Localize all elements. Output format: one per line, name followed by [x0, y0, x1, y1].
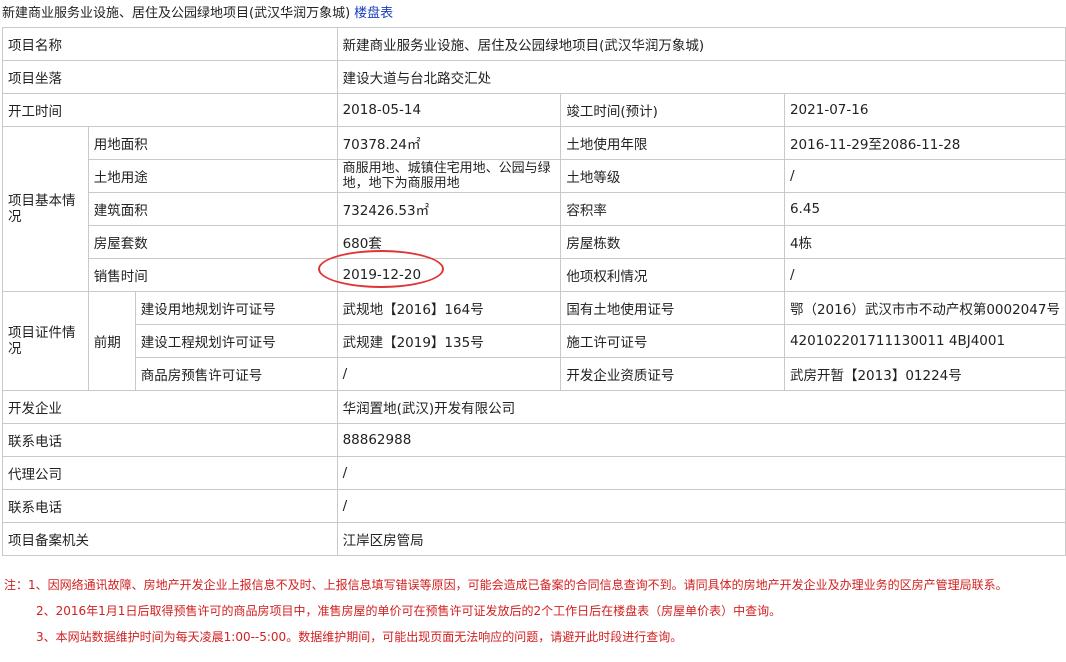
cell-label-basic-info: 项目基本情况 — [2, 126, 89, 292]
cell-agent: / — [336, 456, 1066, 490]
cell-label-other-rights: 他项权利情况 — [560, 258, 785, 292]
cell-label-agent: 代理公司 — [2, 456, 338, 490]
cell-label-sale-time: 销售时间 — [87, 258, 338, 292]
table-row: 建筑面积 732426.53㎡ 容积率 6.45 — [3, 192, 1066, 226]
table-row: 联系电话 / — [2, 489, 1066, 523]
page-title: 新建商业服务业设施、居住及公园绿地项目(武汉华润万象城) 楼盘表 — [2, 2, 393, 21]
cell-location: 建设大道与台北路交汇处 — [336, 60, 1066, 94]
cell-label-units: 房屋套数 — [87, 225, 338, 259]
note-item: 2、2016年1月1日后取得预售许可的商品房项目中，准售房屋的单价可在预售许可证… — [36, 604, 782, 618]
table-row: 项目备案机关 江岸区房管局 — [2, 522, 1066, 556]
cell-label-project-name: 项目名称 — [2, 27, 338, 61]
project-title-text: 新建商业服务业设施、居住及公园绿地项目(武汉华润万象城) — [2, 6, 351, 21]
cell-label-filing: 项目备案机关 — [2, 522, 338, 556]
table-row: 项目证件情况 前期 建设用地规划许可证号 武规地【2016】164号 国有土地使… — [2, 291, 1066, 391]
cell-label-certificates: 项目证件情况 — [2, 291, 89, 391]
cell-label-phone2: 联系电话 — [2, 489, 338, 523]
cell-label-construct: 施工许可证号 — [560, 324, 785, 358]
cell-presale: / — [336, 357, 562, 391]
note-item: 3、本网站数据维护时间为每天凌晨1:00--5:00。数据维护期间，可能出现页面… — [36, 630, 683, 644]
cell-start: 2018-05-14 — [336, 93, 562, 127]
building-table-link[interactable]: 楼盘表 — [354, 6, 393, 21]
cell-qual: 武房开暂【2013】01224号 — [783, 357, 1066, 391]
cell-build-area: 732426.53㎡ — [336, 192, 562, 226]
table-row: 项目基本情况 用地面积 70378.24㎡ 土地使用年限 2016-11-29至… — [2, 126, 1066, 292]
cell-buildings: 4栋 — [783, 225, 1066, 259]
cell-label-far: 容积率 — [560, 192, 785, 226]
cell-land-grade: / — [783, 159, 1066, 193]
cell-far: 6.45 — [783, 192, 1066, 226]
table-row: 开发企业 华润置地(武汉)开发有限公司 — [2, 390, 1066, 424]
table-row: 代理公司 / — [2, 456, 1066, 490]
cell-label-presale: 商品房预售许可证号 — [134, 357, 338, 391]
note-item: 注：1、因网络通讯故障、房地产开发企业上报信息不及时、上报信息填写错误等原因，可… — [4, 578, 1008, 592]
cell-label-land-term: 土地使用年限 — [560, 126, 785, 160]
table-row: 建设工程规划许可证号 武规建【2019】135号 施工许可证号 42010220… — [3, 324, 1066, 358]
cell-developer: 华润置地(武汉)开发有限公司 — [336, 390, 1066, 424]
cell-finish: 2021-07-16 — [783, 93, 1066, 127]
cell-label-land-plan: 建设用地规划许可证号 — [134, 291, 338, 325]
cell-label-location: 项目坐落 — [2, 60, 338, 94]
table-row: 项目坐落 建设大道与台北路交汇处 — [2, 60, 1066, 94]
cell-eng-plan: 武规建【2019】135号 — [336, 324, 562, 358]
table-row: 项目名称 新建商业服务业设施、居住及公园绿地项目(武汉华润万象城) — [2, 27, 1066, 61]
cell-label-land-grade: 土地等级 — [560, 159, 785, 193]
cell-label-build-area: 建筑面积 — [87, 192, 338, 226]
cell-filing: 江岸区房管局 — [336, 522, 1066, 556]
cell-phone2: / — [336, 489, 1066, 523]
cell-construct: 420102201711130011 4BJ4001 — [783, 324, 1066, 358]
cell-label-land-use: 土地用途 — [87, 159, 338, 193]
project-info-table: 项目名称 新建商业服务业设施、居住及公园绿地项目(武汉华润万象城) 项目坐落 建… — [2, 27, 1066, 556]
cell-other-rights: / — [783, 258, 1066, 292]
cell-sale-time: 2019-12-20 — [336, 258, 562, 292]
cell-label-finish: 竣工时间(预计) — [560, 93, 785, 127]
cell-label-buildings: 房屋栋数 — [560, 225, 785, 259]
cell-project-name: 新建商业服务业设施、居住及公园绿地项目(武汉华润万象城) — [336, 27, 1066, 61]
cell-label-land-area: 用地面积 — [87, 126, 338, 160]
cell-label-eng-plan: 建设工程规划许可证号 — [134, 324, 338, 358]
cell-label-developer: 开发企业 — [2, 390, 338, 424]
table-row: 联系电话 88862988 — [2, 423, 1066, 457]
table-row: 开工时间 2018-05-14 竣工时间(预计) 2021-07-16 — [2, 93, 1066, 127]
cell-label-pre-stage: 前期 — [87, 291, 136, 391]
cell-land-area: 70378.24㎡ — [336, 126, 562, 160]
table-row: 房屋套数 680套 房屋栋数 4栋 — [3, 225, 1066, 259]
cell-phone1: 88862988 — [336, 423, 1066, 457]
cell-land-use: 商服用地、城镇住宅用地、公园与绿地，地下为商服用地 — [336, 159, 562, 193]
cell-label-state-land: 国有土地使用证号 — [560, 291, 785, 325]
cell-label-phone1: 联系电话 — [2, 423, 338, 457]
notes-section: 注：1、因网络通讯故障、房地产开发企业上报信息不及时、上报信息填写错误等原因，可… — [0, 572, 1008, 650]
table-row: 商品房预售许可证号 / 开发企业资质证号 武房开暂【2013】01224号 — [3, 357, 1066, 391]
table-row: 土地用途 商服用地、城镇住宅用地、公园与绿地，地下为商服用地 土地等级 / — [3, 159, 1066, 193]
cell-units: 680套 — [336, 225, 562, 259]
cell-land-term: 2016-11-29至2086-11-28 — [783, 126, 1066, 160]
cell-label-qual: 开发企业资质证号 — [560, 357, 785, 391]
cell-state-land: 鄂（2016）武汉市市不动产权第0002047号 — [783, 291, 1066, 325]
cell-land-plan: 武规地【2016】164号 — [336, 291, 562, 325]
cell-label-start: 开工时间 — [2, 93, 338, 127]
table-row: 销售时间 2019-12-20 他项权利情况 / — [3, 258, 1066, 292]
